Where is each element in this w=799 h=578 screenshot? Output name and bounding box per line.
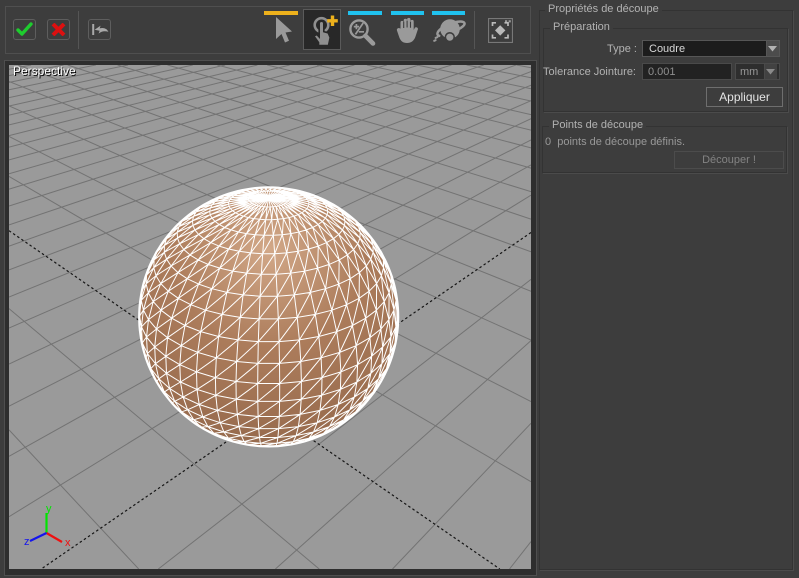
svg-text:y: y (46, 503, 52, 515)
svg-text:x: x (65, 537, 71, 549)
svg-text:Perspective: Perspective (13, 65, 76, 78)
svg-text:z: z (24, 536, 30, 548)
